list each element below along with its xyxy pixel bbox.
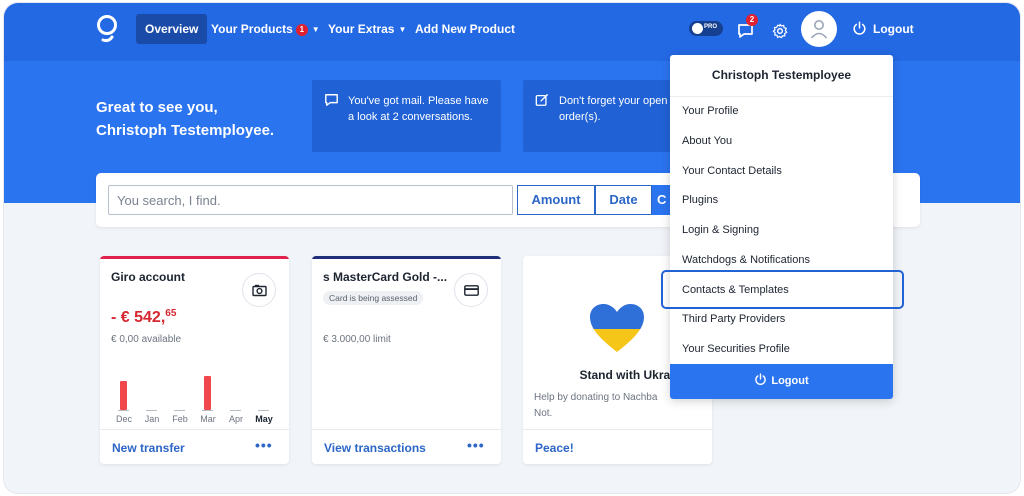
pro-toggle[interactable]: PRO bbox=[689, 21, 723, 36]
camera-button[interactable] bbox=[242, 273, 276, 307]
nav-your-products-label: Your Products bbox=[211, 22, 293, 36]
dropdown-logout-label: Logout bbox=[771, 375, 809, 387]
more-dots-icon[interactable]: ••• bbox=[467, 437, 485, 453]
view-transactions-link[interactable]: View transactions bbox=[324, 441, 426, 455]
profile-dropdown: Christoph Testemployee Your Profile Abou… bbox=[670, 55, 893, 399]
chart-month-label: Apr bbox=[228, 414, 243, 424]
mastercard-card[interactable]: s MasterCard Gold -... Card is being ass… bbox=[312, 256, 501, 464]
chart-month-label: Jan bbox=[144, 414, 160, 424]
toggle-knob bbox=[692, 23, 703, 34]
chart-month-label: Feb bbox=[172, 414, 188, 424]
search-button[interactable]: C bbox=[652, 185, 672, 215]
card-stripe bbox=[312, 256, 501, 259]
giro-balance: - € 542,65 bbox=[111, 308, 176, 327]
pro-label: PRO bbox=[704, 24, 718, 30]
menu-item-login-signing[interactable]: Login & Signing bbox=[682, 222, 759, 238]
logout-label: Logout bbox=[873, 22, 914, 36]
giro-card-title: Giro account bbox=[111, 270, 186, 284]
dropdown-logout-button[interactable]: Logout bbox=[670, 364, 893, 399]
nav-add-new-product[interactable]: Add New Product bbox=[406, 14, 524, 44]
search-input[interactable] bbox=[108, 185, 513, 215]
amount-filter-button[interactable]: Amount bbox=[517, 185, 595, 215]
chart-month-label: May bbox=[255, 414, 273, 424]
menu-item-securities-profile[interactable]: Your Securities Profile bbox=[682, 341, 790, 357]
date-filter-label: Date bbox=[609, 192, 638, 207]
more-dots-icon[interactable]: ••• bbox=[255, 437, 273, 453]
credit-card-icon bbox=[464, 285, 479, 296]
menu-item-third-party-providers[interactable]: Third Party Providers bbox=[682, 311, 785, 327]
power-icon bbox=[755, 373, 767, 385]
amount-filter-label: Amount bbox=[531, 192, 581, 207]
focus-ring bbox=[661, 270, 904, 309]
orders-notice-text: Don't forget your open order(s). bbox=[559, 95, 668, 123]
search-button-label: C bbox=[657, 192, 667, 207]
chat-bubble-icon bbox=[325, 94, 338, 106]
chart-baseline bbox=[258, 410, 269, 411]
gear-icon[interactable] bbox=[772, 23, 788, 39]
mastercard-card-title: s MasterCard Gold -... bbox=[323, 270, 448, 284]
mail-notice-card[interactable]: You've got mail. Please have a look at 2… bbox=[312, 80, 501, 152]
chart-month-label: Dec bbox=[115, 414, 132, 424]
menu-item-contact-details[interactable]: Your Contact Details bbox=[682, 163, 782, 179]
giro-available: € 0,00 available bbox=[111, 334, 182, 345]
ukraine-card-footer: Peace! bbox=[523, 429, 712, 464]
chart-bar-mar bbox=[204, 376, 211, 410]
orders-notice-card[interactable]: Don't forget your open order(s). bbox=[523, 80, 673, 152]
avatar[interactable] bbox=[801, 11, 837, 47]
mastercard-limit: € 3.000,00 limit bbox=[323, 334, 391, 345]
giro-account-card[interactable]: Giro account - € 542,65 € 0,00 available… bbox=[100, 256, 289, 464]
nav-overview[interactable]: Overview bbox=[136, 14, 208, 44]
ukraine-card-text-2: Not. bbox=[534, 408, 553, 419]
mail-notice-text: You've got mail. Please have a look at 2… bbox=[348, 95, 489, 123]
nav-your-extras-label: Your Extras bbox=[328, 22, 395, 36]
greeting-line-2: Christoph Testemployee. bbox=[96, 122, 275, 139]
card-stripe bbox=[100, 256, 289, 259]
giro-balance-cents: 65 bbox=[165, 308, 177, 319]
chart-baseline bbox=[118, 410, 129, 411]
credit-card-button[interactable] bbox=[454, 273, 488, 307]
chart-baseline bbox=[174, 410, 185, 411]
dropdown-divider bbox=[670, 96, 893, 97]
new-transfer-link[interactable]: New transfer bbox=[112, 441, 185, 455]
nav-add-new-product-label: Add New Product bbox=[415, 22, 516, 36]
status-badge: Card is being assessed bbox=[323, 291, 424, 305]
giro-card-footer: New transfer ••• bbox=[100, 429, 289, 464]
chart-bar-dec bbox=[120, 381, 127, 410]
products-badge: 1 bbox=[295, 24, 308, 36]
menu-item-plugins[interactable]: Plugins bbox=[682, 192, 718, 208]
greeting: Great to see you, Christoph Testemployee… bbox=[96, 96, 296, 142]
logout-button[interactable]: Logout bbox=[852, 20, 914, 38]
nav-your-products[interactable]: Your Products 1 ▼ bbox=[202, 14, 329, 44]
heart-icon bbox=[590, 304, 644, 352]
edit-icon bbox=[535, 94, 548, 106]
mastercard-card-footer: View transactions ••• bbox=[312, 429, 501, 464]
nav-your-extras[interactable]: Your Extras ▼ bbox=[319, 14, 415, 44]
messages-badge: 2 bbox=[746, 14, 758, 26]
greeting-line-1: Great to see you, bbox=[96, 99, 218, 116]
chart-baseline bbox=[146, 410, 157, 411]
camera-icon bbox=[252, 284, 267, 297]
dropdown-user-name: Christoph Testemployee bbox=[711, 68, 852, 82]
chart-month-label: Mar bbox=[200, 414, 216, 424]
date-filter-button[interactable]: Date bbox=[595, 185, 652, 215]
chart-baseline bbox=[230, 410, 241, 411]
user-icon bbox=[810, 20, 828, 39]
menu-item-your-profile[interactable]: Your Profile bbox=[682, 103, 738, 119]
giro-balance-main: - € 542, bbox=[111, 309, 166, 326]
power-icon bbox=[853, 21, 866, 35]
menu-item-watchdogs-notifications[interactable]: Watchdogs & Notifications bbox=[682, 252, 810, 268]
logo-icon[interactable] bbox=[95, 13, 119, 47]
peace-link[interactable]: Peace! bbox=[535, 441, 574, 455]
chart-baseline bbox=[202, 410, 213, 411]
menu-item-about-you[interactable]: About You bbox=[682, 133, 732, 149]
nav-overview-label: Overview bbox=[145, 22, 199, 36]
